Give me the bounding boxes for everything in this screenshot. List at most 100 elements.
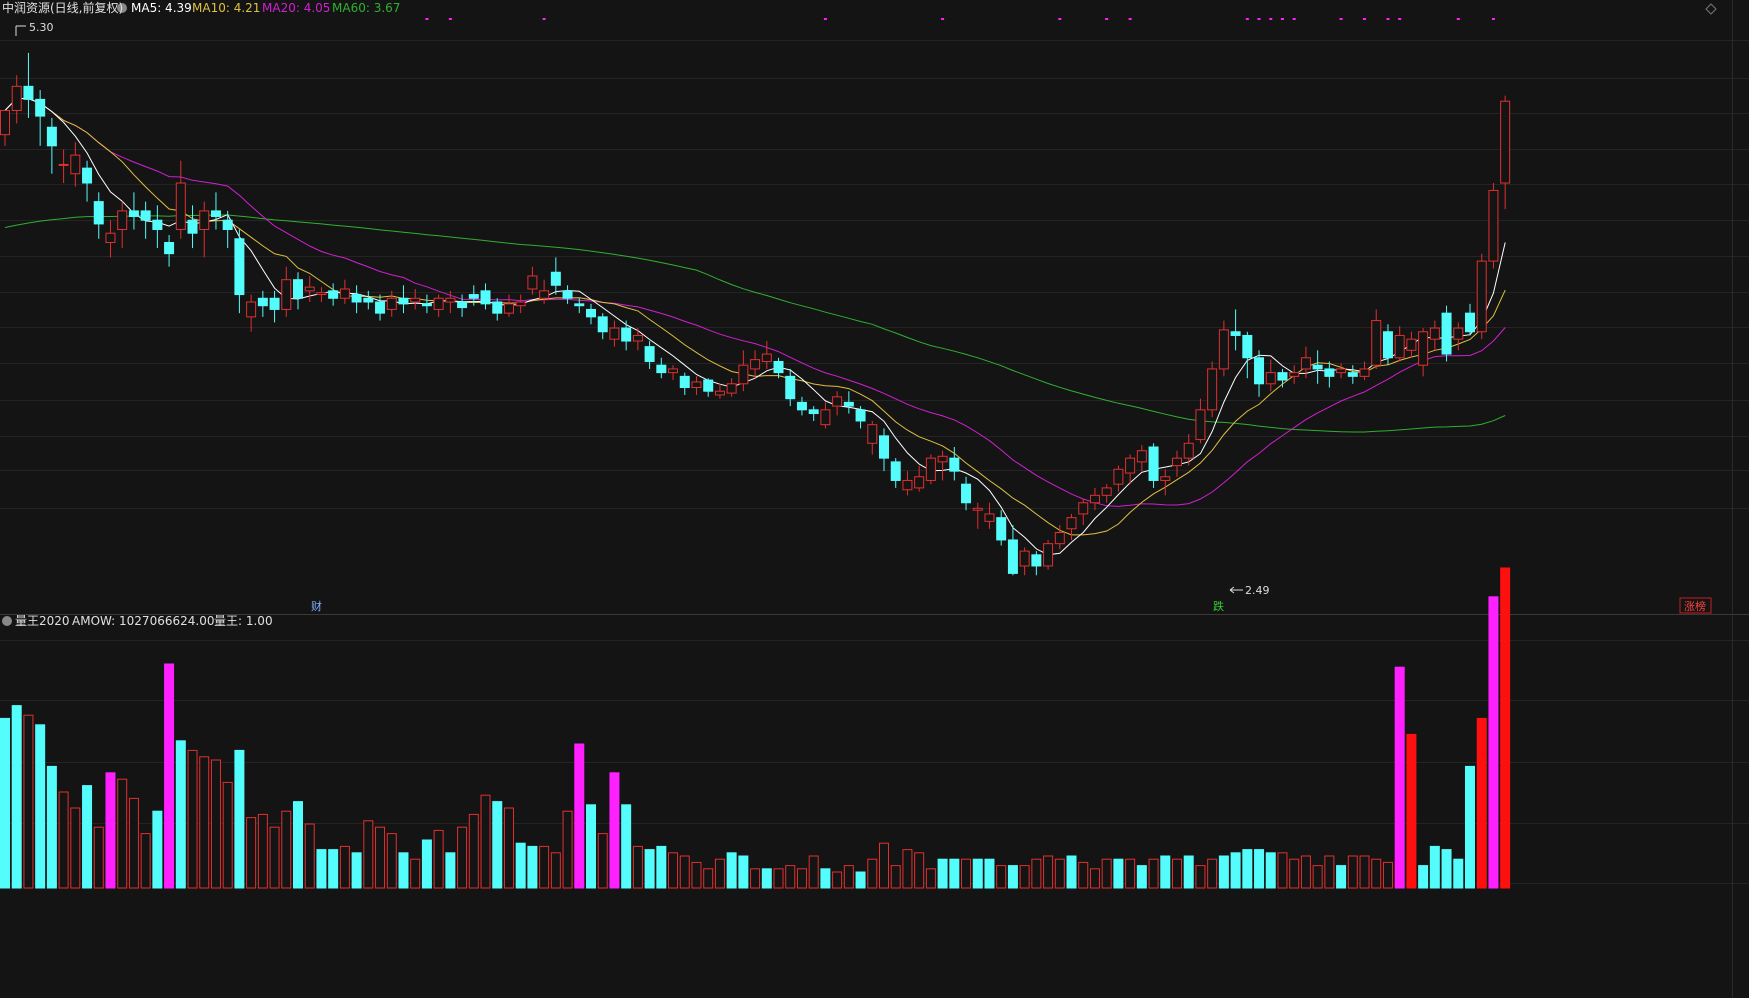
volume-bar[interactable] [691,861,702,889]
volume-bar[interactable] [410,858,421,889]
volume-bar[interactable] [1265,852,1276,889]
volume-bar[interactable] [1277,852,1288,889]
volume-bar[interactable] [304,823,315,889]
volume-bar[interactable] [1019,865,1030,889]
volume-bar[interactable] [914,852,925,889]
volume-bar[interactable] [949,858,960,889]
volume-bar[interactable] [164,663,175,889]
volume-bar[interactable] [621,804,632,889]
volume-bar[interactable] [1429,845,1440,889]
volume-bar[interactable] [1394,666,1405,889]
volume-bar[interactable] [468,813,479,889]
volume-bar[interactable] [796,868,807,889]
volume-bar[interactable] [187,749,198,889]
volume-bar[interactable] [644,849,655,889]
volume-bar[interactable] [961,858,972,889]
volume-bar[interactable] [1289,858,1300,889]
volume-bar[interactable] [1312,865,1323,889]
volume-bar[interactable] [820,868,831,889]
volume-bar[interactable] [1300,855,1311,889]
volume-bar[interactable] [1441,849,1452,889]
volume-bar[interactable] [586,804,596,889]
volume-bar[interactable] [1078,861,1089,889]
volume-bar[interactable] [1066,855,1077,889]
volume-bar[interactable] [773,868,784,889]
volume-bar[interactable] [457,826,468,889]
volume-bar[interactable] [1453,858,1464,889]
volume-bar[interactable] [562,810,573,889]
volume-bar[interactable] [879,842,889,889]
volume-bar[interactable] [632,845,643,889]
volume-bar[interactable] [0,717,10,889]
volume-bar[interactable] [1031,858,1042,889]
volume-bar[interactable] [93,826,104,889]
volume-bar[interactable] [972,858,983,889]
volume-bar[interactable] [269,826,280,889]
volume-bar[interactable] [398,852,409,889]
volume-bar[interactable] [140,833,151,889]
volume-bar[interactable] [210,759,221,889]
volume-bar[interactable] [175,740,186,889]
candle[interactable] [1441,305,1452,362]
volume-bar[interactable] [222,781,233,889]
volume-bar[interactable] [902,849,913,889]
volume-bar[interactable] [293,801,303,889]
volume-bar[interactable] [1418,865,1429,889]
volume-bar[interactable] [1007,865,1018,889]
volume-bar[interactable] [703,868,714,889]
volume-settings-icon[interactable] [2,616,12,626]
volume-bar[interactable] [539,845,550,889]
volume-bar[interactable] [82,785,93,889]
volume-bar[interactable] [433,829,444,889]
volume-bar[interactable] [1254,849,1265,889]
volume-bar[interactable] [1043,855,1054,889]
volume-bar[interactable] [46,765,57,889]
volume-bar[interactable] [1218,855,1229,889]
volume-bar[interactable] [503,807,514,889]
volume-bar[interactable] [785,865,796,889]
volume-bar[interactable] [246,817,257,889]
volume-bar[interactable] [1347,855,1358,889]
volume-bar[interactable] [375,826,386,889]
volume-bar[interactable] [867,858,878,889]
volume-bar[interactable] [1089,868,1100,889]
volume-bar[interactable] [1136,865,1147,889]
volume-bar[interactable] [1054,858,1065,889]
volume-bar[interactable] [515,842,526,889]
volume-bar[interactable] [832,871,843,889]
volume-bar[interactable] [984,858,995,889]
candle[interactable] [1207,361,1218,418]
volume-bar[interactable] [1476,717,1487,889]
volume-bar[interactable] [1172,858,1182,889]
volume-bar[interactable] [117,778,128,889]
volume-bar[interactable] [1148,858,1159,889]
volume-bar[interactable] [679,855,690,889]
volume-bar[interactable] [1336,865,1347,889]
candle[interactable] [1476,253,1487,340]
volume-bar[interactable] [574,743,585,889]
volume-bar[interactable] [1101,858,1112,889]
volume-bar[interactable] [925,868,936,889]
volume-bar[interactable] [35,724,46,889]
volume-bar[interactable] [668,852,679,889]
volume-bar[interactable] [1382,861,1393,889]
volume-bar[interactable] [1160,855,1171,889]
volume-bar[interactable] [328,849,339,889]
volume-bar[interactable] [1242,849,1253,889]
volume-bar[interactable] [890,865,901,889]
volume-bar[interactable] [386,833,397,889]
volume-bar[interactable] [281,810,292,889]
volume-bar[interactable] [1359,855,1370,889]
volume-bar[interactable] [105,772,116,889]
volume-bar[interactable] [1500,567,1511,889]
volume-bar[interactable] [1371,858,1382,889]
volume-bar[interactable] [128,797,139,889]
volume-bar[interactable] [714,858,725,889]
volume-bar[interactable] [656,845,667,889]
volume-bar[interactable] [1183,855,1194,889]
volume-bar[interactable] [750,868,761,889]
volume-bar[interactable] [1125,858,1136,889]
volume-bar[interactable] [70,807,81,889]
volume-bar[interactable] [527,845,538,889]
volume-bar[interactable] [597,833,608,889]
